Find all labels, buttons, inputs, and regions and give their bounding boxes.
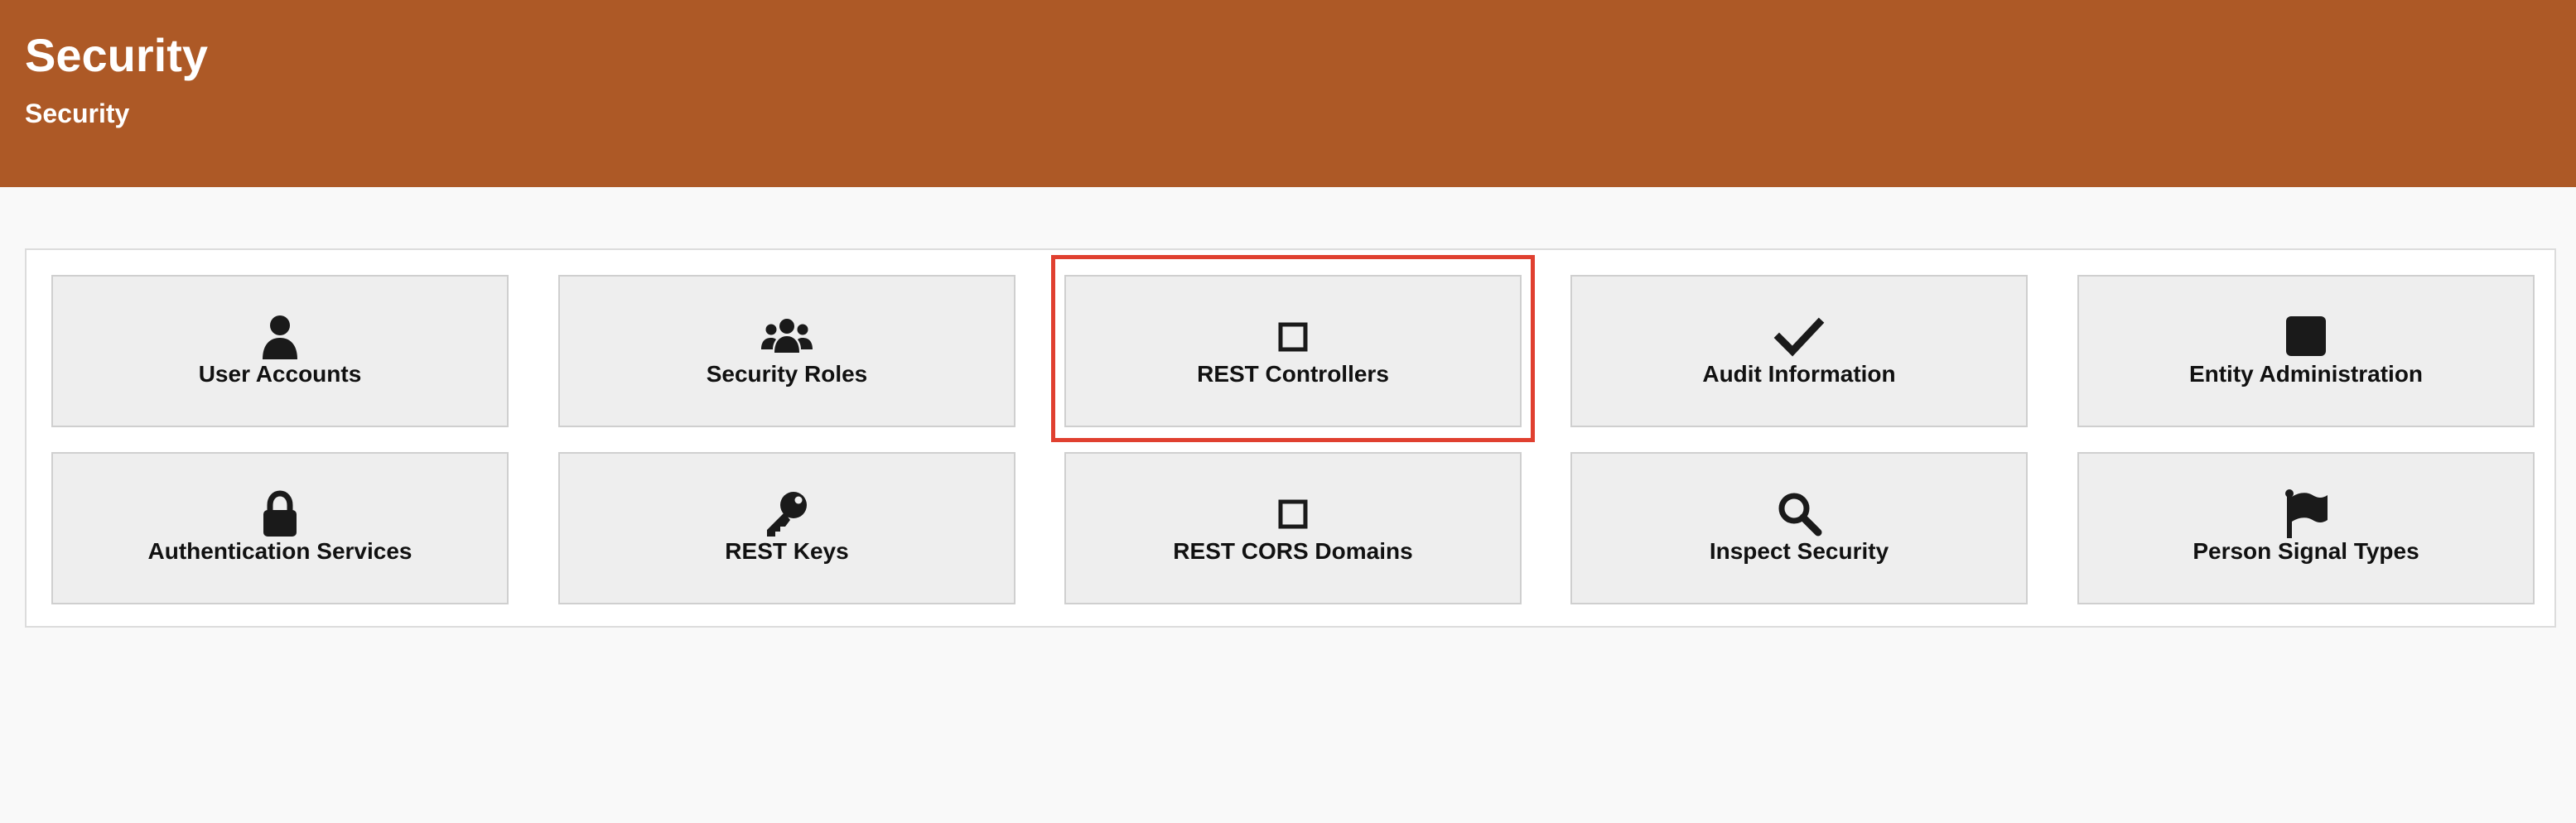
security-tiles-panel: User Accounts Security Roles REST Contro… [25, 248, 2556, 628]
tile-label: REST CORS Domains [1173, 538, 1413, 564]
tile-security-roles[interactable]: Security Roles [558, 275, 1015, 427]
tile-label: Authentication Services [147, 538, 412, 564]
key-icon [760, 487, 813, 540]
tile-rest-cors-domains[interactable]: REST CORS Domains [1064, 452, 1522, 604]
page-header: Security Security [0, 0, 2576, 187]
page-title: Security [25, 29, 208, 81]
tile-authentication-services[interactable]: Authentication Services [51, 452, 509, 604]
users-group-icon [760, 310, 813, 363]
tile-person-signal-types[interactable]: Person Signal Types [2077, 452, 2535, 604]
tile-label: REST Keys [725, 538, 849, 564]
tile-rest-controllers[interactable]: REST Controllers [1064, 275, 1522, 427]
tile-entity-administration[interactable]: Entity Administration [2077, 275, 2535, 427]
tile-rest-keys[interactable]: REST Keys [558, 452, 1015, 604]
filled-square-icon [2279, 310, 2332, 363]
tile-label: Entity Administration [2188, 361, 2424, 387]
page-subtitle: Security [25, 99, 130, 128]
square-outline-icon [1266, 487, 1319, 540]
tile-user-accounts[interactable]: User Accounts [51, 275, 509, 427]
flag-icon [2279, 487, 2332, 540]
checkmark-icon [1773, 310, 1826, 363]
tile-label: Security Roles [706, 361, 868, 387]
tile-label: Audit Information [1702, 361, 1896, 387]
tile-label: Person Signal Types [2192, 538, 2419, 564]
tile-label: User Accounts [198, 361, 362, 387]
tile-inspect-security[interactable]: Inspect Security [1570, 452, 2028, 604]
tile-audit-information[interactable]: Audit Information [1570, 275, 2028, 427]
tile-label: REST Controllers [1197, 361, 1389, 387]
lock-icon [253, 487, 306, 540]
user-icon [253, 310, 306, 363]
square-outline-icon [1266, 310, 1319, 363]
tile-label: Inspect Security [1709, 538, 1889, 564]
magnifier-icon [1773, 487, 1826, 540]
